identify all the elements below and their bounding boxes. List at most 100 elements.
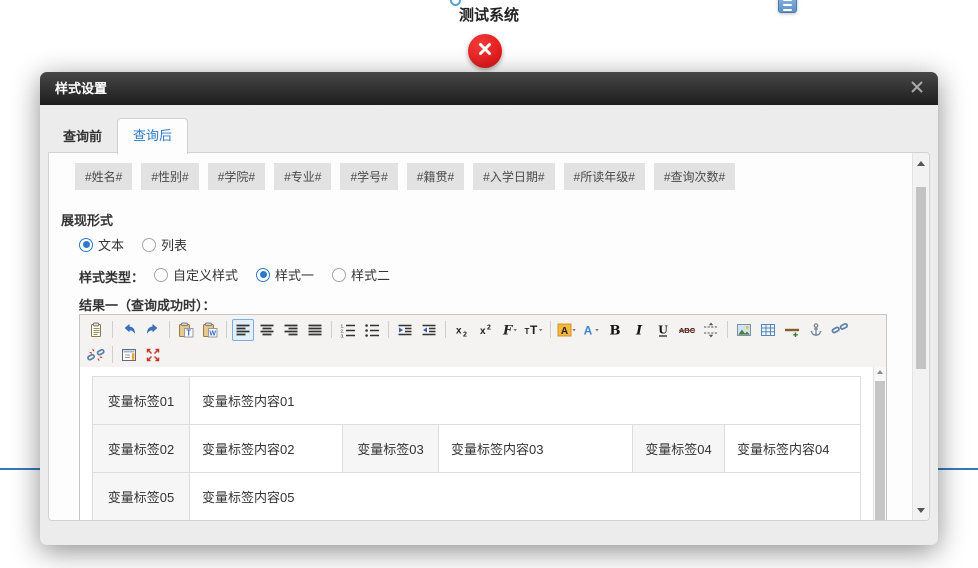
variable-tag[interactable]: #学号# (340, 163, 397, 190)
radio-unchecked-icon[interactable] (332, 268, 346, 282)
variable-tag[interactable]: #学院# (208, 163, 265, 190)
svg-text:B: B (610, 323, 621, 338)
line-height-icon[interactable] (700, 319, 722, 341)
font-size-icon[interactable]: TT (523, 319, 545, 341)
superscript-icon[interactable]: x2 (475, 319, 497, 341)
page-close-button[interactable] (468, 34, 502, 68)
tabs-nav: 查询前查询后 (48, 113, 930, 152)
variable-label-cell[interactable]: 变量标签04 (633, 425, 725, 473)
unordered-list-icon[interactable] (361, 319, 383, 341)
variable-content-cell[interactable]: 变量标签内容03 (439, 425, 633, 473)
variable-tag[interactable]: #查询次数# (654, 163, 735, 190)
tab-item[interactable]: 查询前 (48, 120, 117, 154)
italic-icon[interactable]: I (628, 319, 650, 341)
svg-text:A: A (584, 323, 593, 337)
anchor-icon[interactable] (805, 319, 827, 341)
toolbar-separator (550, 321, 551, 338)
variable-content-cell[interactable]: 变量标签内容04 (725, 425, 861, 473)
variable-tag[interactable]: #专业# (274, 163, 331, 190)
scroll-down-icon[interactable] (913, 502, 929, 518)
display-format-options: 文本列表 (79, 235, 205, 255)
indent-icon[interactable] (394, 319, 416, 341)
radio-checked-icon[interactable] (256, 268, 270, 282)
style-type-option[interactable]: 自定义样式 (154, 265, 238, 284)
style-type-option[interactable]: 样式一 (256, 265, 314, 284)
close-x-icon (910, 80, 924, 99)
display-format-option[interactable]: 文本 (79, 235, 124, 254)
variable-content-cell[interactable]: 变量标签内容02 (190, 425, 343, 473)
svg-text:A: A (561, 326, 568, 337)
underline-icon[interactable]: U (652, 319, 674, 341)
style-type-option[interactable]: 样式二 (332, 265, 390, 284)
align-justify-icon[interactable] (304, 319, 326, 341)
align-center-icon[interactable] (256, 319, 278, 341)
editor-toolbar: TW1.2.3.x2x2FTTAABIUABC (80, 315, 886, 370)
preview-icon[interactable] (118, 344, 140, 366)
outdent-icon[interactable] (418, 319, 440, 341)
variable-tag[interactable]: #所读年级# (564, 163, 645, 190)
variable-tag[interactable]: #籍贯# (407, 163, 464, 190)
menu-icon (783, 9, 792, 11)
scroll-up-icon[interactable] (874, 370, 886, 374)
tab-panel: #姓名# #性别# #学院# #专业# #学号# #籍贯# #入学日期# #所读年级# #查询次… (48, 152, 930, 521)
screen: 测试系统 样式设置 查询前查询后 #姓名##性别##学院##专业##学号##籍贯… (0, 0, 978, 568)
undo-icon[interactable] (118, 319, 140, 341)
radio-unchecked-icon[interactable] (154, 268, 168, 282)
svg-text:I: I (635, 323, 643, 338)
variable-tag[interactable]: #性别# (141, 163, 198, 190)
menu-icon (783, 0, 792, 1)
panel-scrollbar[interactable] (912, 153, 929, 520)
bold-icon[interactable]: B (604, 319, 626, 341)
toolbar-separator (112, 346, 113, 363)
variable-content-cell[interactable]: 变量标签内容05 (190, 473, 861, 521)
image-icon[interactable] (733, 319, 755, 341)
dialog-close-button[interactable] (908, 80, 926, 98)
strikethrough-icon[interactable]: ABC (676, 319, 698, 341)
unlink-icon[interactable] (85, 344, 107, 366)
radio-checked-icon[interactable] (79, 238, 93, 252)
panel-scrollbar-thumb[interactable] (916, 187, 926, 369)
svg-text:U: U (658, 323, 668, 336)
subscript-icon[interactable]: x2 (451, 319, 473, 341)
editor-content-area[interactable]: 变量标签01变量标签内容01变量标签02变量标签内容02变量标签03变量标签内容… (80, 367, 886, 520)
paste-text-icon[interactable]: T (175, 319, 197, 341)
radio-unchecked-icon[interactable] (142, 238, 156, 252)
style-type-row: 样式类型： 自定义样式样式一样式二 (79, 265, 408, 286)
link-icon[interactable] (829, 319, 851, 341)
font-family-icon[interactable]: F (499, 319, 521, 341)
table-icon[interactable] (757, 319, 779, 341)
toolbar-separator (388, 321, 389, 338)
variable-tag[interactable]: #入学日期# (473, 163, 554, 190)
variable-label-cell[interactable]: 变量标签05 (93, 473, 190, 521)
ordered-list-icon[interactable]: 1.2.3. (337, 319, 359, 341)
style-type-options: 自定义样式样式一样式二 (154, 270, 408, 285)
variable-label-cell[interactable]: 变量标签02 (93, 425, 190, 473)
tab-item[interactable]: 查询后 (117, 118, 188, 154)
toolbar-separator (331, 321, 332, 338)
variable-label-cell[interactable]: 变量标签03 (343, 425, 439, 473)
paste-word-icon[interactable]: W (199, 319, 221, 341)
display-format-option[interactable]: 列表 (142, 235, 187, 254)
variable-content-cell[interactable]: 变量标签内容01 (190, 377, 861, 425)
highlight-color-icon[interactable]: A (556, 319, 578, 341)
scroll-up-icon[interactable] (913, 155, 929, 171)
variable-label-cell[interactable]: 变量标签01 (93, 377, 190, 425)
style-type-label: 样式类型： (79, 270, 144, 285)
svg-text:3.: 3. (341, 333, 345, 337)
redo-icon[interactable] (142, 319, 164, 341)
align-right-icon[interactable] (280, 319, 302, 341)
toolbar-separator (445, 321, 446, 338)
menu-button[interactable] (778, 0, 797, 13)
variable-tag[interactable]: #姓名# (75, 163, 132, 190)
editor-scrollbar-thumb[interactable] (875, 381, 885, 520)
source-icon[interactable] (85, 319, 107, 341)
editor-scrollbar[interactable] (873, 367, 886, 520)
font-color-icon[interactable]: A (580, 319, 602, 341)
fullscreen-icon[interactable] (142, 344, 164, 366)
svg-text:T: T (530, 323, 538, 337)
align-left-icon[interactable] (232, 319, 254, 341)
dialog-titlebar[interactable]: 样式设置 (40, 72, 938, 105)
dialog-title: 样式设置 (40, 72, 938, 105)
insert-hr-icon[interactable] (781, 319, 803, 341)
result-one-label: 结果一（查询成功时）： (79, 295, 216, 314)
